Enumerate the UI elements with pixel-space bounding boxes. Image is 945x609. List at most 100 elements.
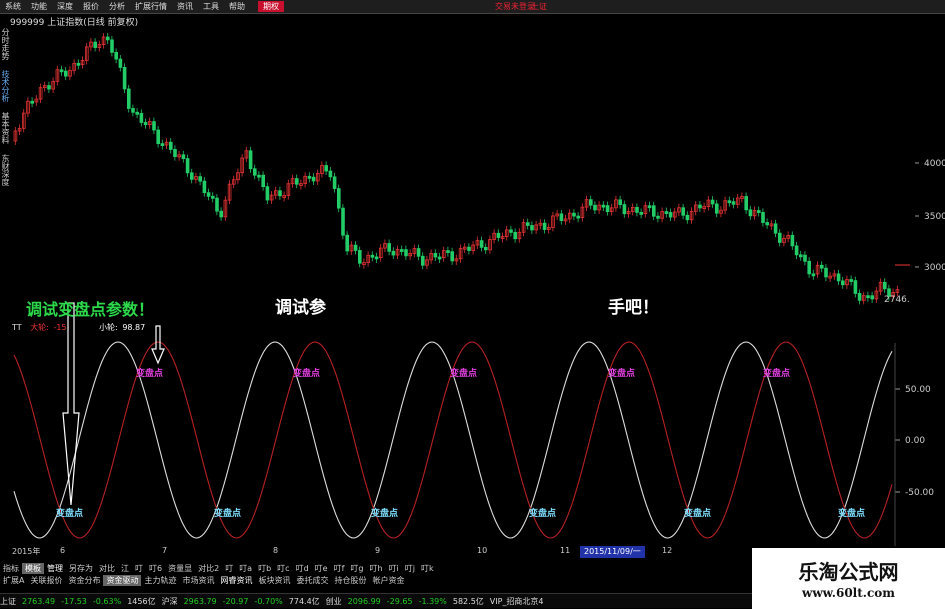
indicator-tab-0[interactable]: 指标 xyxy=(0,563,22,574)
time-axis-label: 12 xyxy=(662,546,673,555)
candle-body xyxy=(731,201,736,205)
price-axis: 4000 3500 3000 2746. xyxy=(884,159,945,305)
candle-body xyxy=(106,36,110,41)
hs-amount: 774.4亿 xyxy=(288,596,320,606)
candle-body xyxy=(143,122,148,126)
extension-tab-9[interactable]: 持仓股份 xyxy=(331,575,369,586)
candle-body xyxy=(605,205,610,213)
main-chart[interactable]: 4000350030002746. 变盘点 变盘点 变盘点 变盘点 变盘点变盘点 变盘点变… xyxy=(0,13,945,546)
candle-body xyxy=(248,150,253,170)
menu-item-2[interactable]: 深度 xyxy=(52,1,78,12)
candle-body xyxy=(799,254,803,258)
overlay-text-left: 调试变盘点参数！ xyxy=(26,300,155,319)
candle-body xyxy=(437,256,442,260)
turn-point-label-bottom: 变盘点 xyxy=(214,507,241,519)
menu-item-0[interactable]: 系统 xyxy=(0,1,26,12)
candle-body xyxy=(803,254,807,262)
indicator-tab-3[interactable]: 另存为 xyxy=(66,563,96,574)
candle-body xyxy=(635,206,639,213)
menu-item-3[interactable]: 报价 xyxy=(78,1,104,12)
indicator-tab-19[interactable]: 叮i xyxy=(386,563,402,574)
extension-tab-2[interactable]: 资金分布 xyxy=(65,575,103,586)
candle-body xyxy=(681,207,685,216)
indicator-tab-2[interactable]: 管理 xyxy=(44,563,66,574)
candle-body xyxy=(715,203,719,214)
turn-point-labels: 变盘点 变盘点 变盘点 变盘点 变盘点变盘点 变盘点 变盘点 变盘点 变盘点 变盘点 xyxy=(56,367,865,519)
extension-tab-10[interactable]: 帐户资金 xyxy=(369,575,407,586)
indicator-axis-label: 50.00 xyxy=(905,385,931,395)
candle-body xyxy=(572,212,576,217)
indicator-tab-8[interactable]: 资量显 xyxy=(165,563,195,574)
login-status-link[interactable]: 交易未登录 xyxy=(495,0,535,13)
extension-tab-8[interactable]: 委托成交 xyxy=(293,575,331,586)
indicator-tab-11[interactable]: 叮a xyxy=(236,563,255,574)
time-axis-label: 11 xyxy=(560,546,571,555)
candle-body xyxy=(870,295,874,300)
big-wheel-value: -15 xyxy=(53,323,67,332)
candle-body xyxy=(664,211,669,214)
candle-body xyxy=(601,204,606,208)
indicator-axis: 50.00 0.00 -50.00 xyxy=(894,343,934,546)
candle-body xyxy=(387,243,391,252)
extension-tab-1[interactable]: 关联报价 xyxy=(27,575,65,586)
status-bar: 上证 2763.49 -17.53 -0.63% 1456亿 沪深 2963.7… xyxy=(0,593,760,608)
indicator-tab-9[interactable]: 对比2 xyxy=(195,563,222,574)
candlestick-series xyxy=(13,32,900,305)
candle-body xyxy=(181,154,186,159)
big-wheel-label: 大轮: xyxy=(30,323,49,332)
menu-item-6[interactable]: 资讯 xyxy=(172,1,198,12)
menu-item-5[interactable]: 扩展行情 xyxy=(130,1,172,12)
menu-item-options[interactable]: 期权 xyxy=(258,1,284,12)
candle-body xyxy=(433,253,438,258)
indicator-tab-1[interactable]: 模板 xyxy=(22,563,44,574)
extension-tab-6[interactable]: 网睿资讯 xyxy=(217,575,255,586)
price-axis-label: 4000 xyxy=(924,159,945,169)
sh-amount: 1456亿 xyxy=(127,596,156,606)
indicator-tab-17[interactable]: 叮g xyxy=(347,563,366,574)
extension-tab-5[interactable]: 市场资讯 xyxy=(179,575,217,586)
candle-body xyxy=(173,149,177,157)
candle-body xyxy=(261,174,265,188)
indicator-tab-7[interactable]: 叮6 xyxy=(146,563,165,574)
indicator-tab-21[interactable]: 叮k xyxy=(418,563,437,574)
time-axis-label: 10 xyxy=(477,546,488,555)
candle-body xyxy=(278,190,282,197)
indicator-tab-bar: 指标 模板 管理 另存为 对比江叮叮6 资量显 对比2 叮叮a 叮b 叮c 叮d 叮e 叮f 叮g 叮h 叮i… xyxy=(0,563,437,574)
indicator-tab-20[interactable]: 叮j xyxy=(402,563,418,574)
menu-item-4[interactable]: 分析 xyxy=(104,1,130,12)
indicator-tab-14[interactable]: 叮d xyxy=(293,563,312,574)
indicator-tab-10[interactable]: 叮 xyxy=(222,563,236,574)
indicator-tab-15[interactable]: 叮e xyxy=(312,563,331,574)
indicator-tab-4[interactable]: 对比 xyxy=(96,563,118,574)
menu-item-1[interactable]: 功能 xyxy=(26,1,52,12)
menu-item-8[interactable]: 帮助 xyxy=(224,1,250,12)
indicator-tab-5[interactable]: 江 xyxy=(118,563,132,574)
overlay-text-right: 手吧！ xyxy=(608,298,659,318)
index-link[interactable]: 上证 xyxy=(531,0,547,13)
vip-account[interactable]: VIP_招商北京4 xyxy=(490,596,544,607)
indicator-tab-16[interactable]: 叮f xyxy=(331,563,348,574)
turn-point-label-top: 变盘点 xyxy=(608,367,635,379)
small-wheel-label: 小轮: xyxy=(99,323,118,332)
watermark-url: www.60lt.com xyxy=(802,586,895,600)
hs-index: 2963.79 xyxy=(183,596,217,606)
candle-body xyxy=(156,129,161,145)
indicator-tab-6[interactable]: 叮 xyxy=(132,563,146,574)
indicator-tab-12[interactable]: 叮b xyxy=(255,563,274,574)
candle-body xyxy=(324,165,328,172)
extension-tab-4[interactable]: 主力轨迹 xyxy=(141,575,179,586)
candle-body xyxy=(849,279,853,282)
candle-body xyxy=(152,121,156,131)
candle-body xyxy=(345,234,349,252)
indicator-tab-18[interactable]: 叮h xyxy=(366,563,385,574)
extension-tab-bar: 扩展A 关联报价 资金分布 资金驱动 主力轨迹 市场资讯 网睿资讯 板块资讯 委托成交 持仓股份帐… xyxy=(0,575,407,586)
indicator-tab-13[interactable]: 叮c xyxy=(274,563,292,574)
menu-item-7[interactable]: 工具 xyxy=(198,1,224,12)
candle-body xyxy=(198,176,203,182)
extension-tab-0[interactable]: 扩展A xyxy=(0,575,27,586)
extension-tab-7[interactable]: 板块资讯 xyxy=(255,575,293,586)
time-axis-label: 7 xyxy=(162,546,168,555)
candle-body xyxy=(399,249,404,252)
candle-body xyxy=(773,223,778,234)
extension-tab-3[interactable]: 资金驱动 xyxy=(103,575,142,586)
